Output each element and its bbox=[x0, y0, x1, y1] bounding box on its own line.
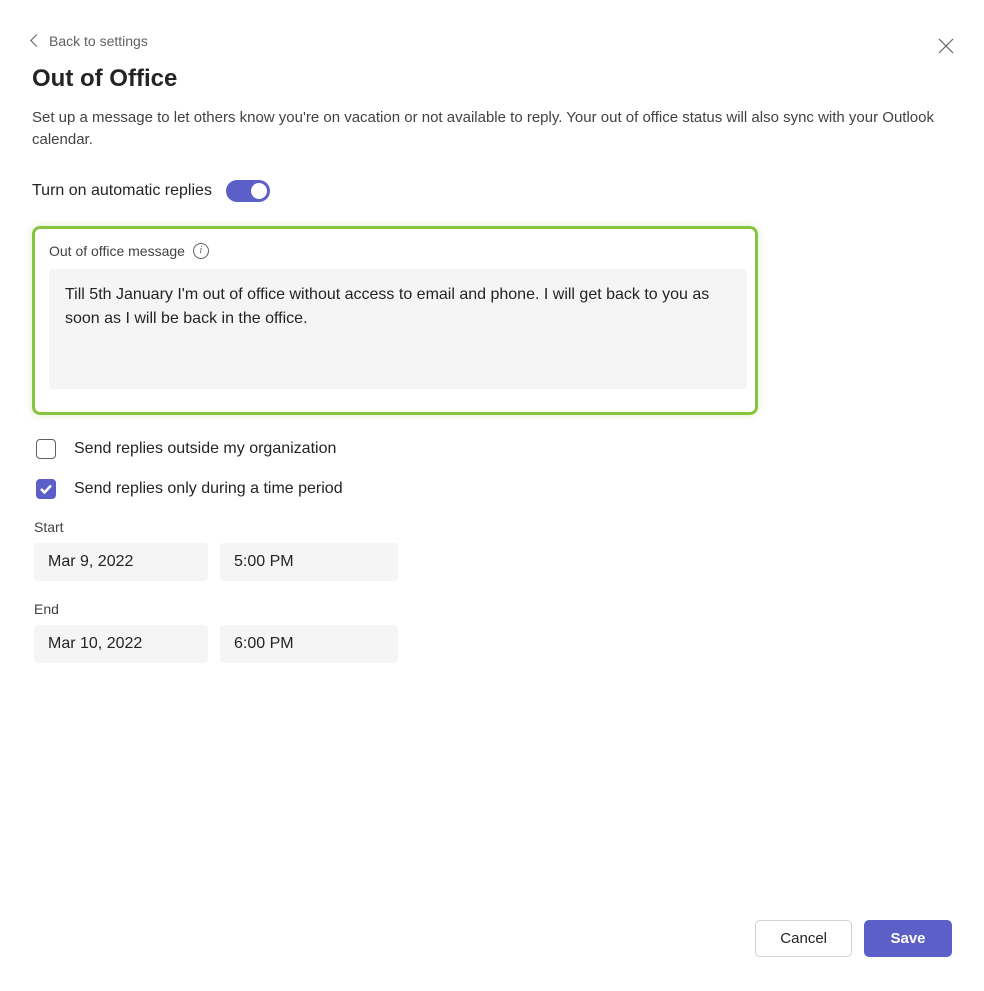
end-date-picker[interactable] bbox=[34, 625, 208, 663]
page-title: Out of Office bbox=[32, 65, 952, 93]
schedule-section: Start End bbox=[34, 519, 952, 663]
save-button[interactable]: Save bbox=[864, 920, 952, 957]
checkmark-icon bbox=[40, 484, 52, 494]
out-of-office-message-input[interactable] bbox=[49, 269, 747, 389]
start-time-picker[interactable] bbox=[220, 543, 398, 581]
end-time-picker[interactable] bbox=[220, 625, 398, 663]
end-datetime-row bbox=[34, 625, 952, 663]
page-description: Set up a message to let others know you'… bbox=[32, 107, 952, 152]
start-date-picker[interactable] bbox=[34, 543, 208, 581]
toggle-knob-icon bbox=[251, 183, 267, 199]
auto-reply-toggle[interactable] bbox=[226, 180, 270, 202]
time-period-row: Send replies only during a time period bbox=[36, 479, 952, 499]
start-label: Start bbox=[34, 519, 952, 535]
close-button[interactable] bbox=[936, 36, 956, 56]
send-outside-label: Send replies outside my organization bbox=[74, 440, 336, 458]
back-to-settings-link[interactable]: Back to settings bbox=[32, 33, 148, 49]
send-outside-row: Send replies outside my organization bbox=[36, 439, 952, 459]
start-datetime-row bbox=[34, 543, 952, 581]
auto-reply-toggle-label: Turn on automatic replies bbox=[32, 182, 212, 200]
out-of-office-message-section: Out of office message i bbox=[32, 226, 758, 415]
close-icon bbox=[938, 38, 954, 54]
time-period-checkbox[interactable] bbox=[36, 479, 56, 499]
info-icon[interactable]: i bbox=[193, 243, 209, 259]
back-link-label: Back to settings bbox=[49, 33, 148, 49]
message-label: Out of office message bbox=[49, 243, 185, 259]
auto-reply-toggle-row: Turn on automatic replies bbox=[32, 180, 952, 202]
send-outside-checkbox[interactable] bbox=[36, 439, 56, 459]
chevron-left-icon bbox=[30, 34, 43, 47]
footer-actions: Cancel Save bbox=[755, 920, 952, 957]
cancel-button[interactable]: Cancel bbox=[755, 920, 852, 957]
time-period-label: Send replies only during a time period bbox=[74, 480, 343, 498]
end-label: End bbox=[34, 601, 952, 617]
message-label-row: Out of office message i bbox=[49, 243, 741, 259]
